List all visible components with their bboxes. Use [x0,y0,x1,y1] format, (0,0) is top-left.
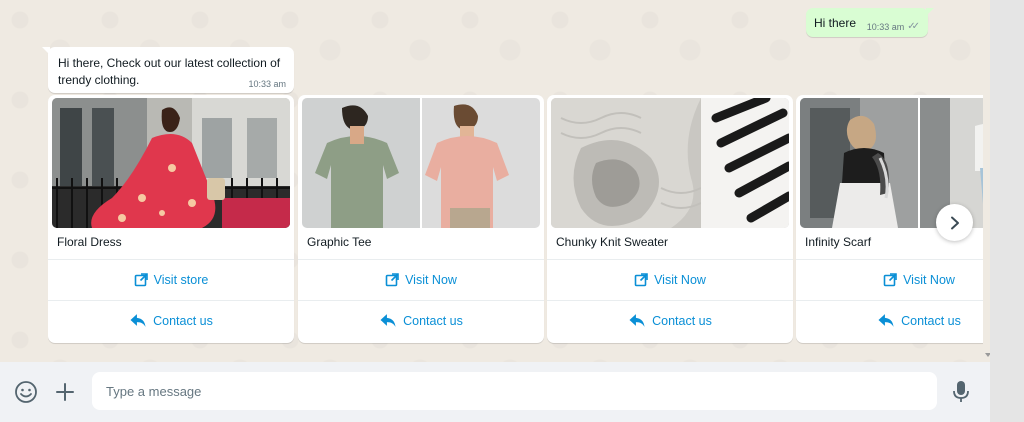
double-check-icon: ✓✓ [907,21,920,32]
outgoing-message-text: Hi there [814,16,857,30]
emoji-icon [15,381,37,403]
contact-us-button[interactable]: Contact us [48,300,294,340]
contact-us-label: Contact us [652,313,712,328]
carousel-next-button[interactable] [936,204,973,241]
product-title: Graphic Tee [307,235,372,249]
message-composer [0,362,990,422]
outgoing-message-meta: 10:33 am ✓✓ [867,21,920,32]
product-title: Chunky Knit Sweater [556,235,669,249]
visit-now-label: Visit Now [654,272,706,287]
contact-us-label: Contact us [403,313,463,328]
reply-icon [878,314,894,327]
plus-icon [56,383,74,401]
external-link-icon [385,272,399,286]
contact-us-button[interactable]: Contact us [796,300,983,340]
product-image-graphic-tee [302,98,540,228]
contact-us-button[interactable]: Contact us [298,300,544,340]
visit-now-label: Visit Now [903,272,955,287]
product-card-graphic-tee: Graphic Tee Visit Now Contact us [298,95,544,343]
product-image-chunky-knit-sweater [551,98,789,228]
visit-store-button[interactable]: Visit store [48,259,294,299]
reply-icon [130,314,146,327]
visit-now-label: Visit Now [405,272,457,287]
external-link-icon [883,272,897,286]
product-title: Infinity Scarf [805,235,872,249]
microphone-icon [953,381,969,402]
product-card-chunky-knit-sweater: Chunky Knit Sweater Visit Now Contact us [547,95,793,343]
contact-us-label: Contact us [901,313,961,328]
external-link-icon [634,272,648,286]
reply-icon [629,314,645,327]
outgoing-message[interactable]: Hi there 10:33 am ✓✓ [806,8,934,37]
visit-store-label: Visit store [153,272,209,287]
right-scrollbar-strip [990,0,1024,422]
visit-now-button[interactable]: Visit Now [298,259,544,299]
incoming-message[interactable]: Hi there, Check out our latest collectio… [42,47,294,93]
product-carousel: Floral Dress Visit store Contact us Grap… [48,95,983,345]
product-title: Floral Dress [57,235,122,249]
attach-button[interactable] [52,379,78,405]
voice-message-button[interactable] [948,379,974,405]
emoji-button[interactable] [13,379,39,405]
chevron-right-icon [950,216,959,229]
visit-now-button[interactable]: Visit Now [547,259,793,299]
product-card-floral-dress: Floral Dress Visit store Contact us [48,95,294,343]
reply-icon [380,314,396,327]
external-link-icon [134,272,148,286]
contact-us-label: Contact us [153,313,213,328]
incoming-message-time: 10:33 am [248,79,286,89]
outgoing-message-time: 10:33 am [866,21,905,32]
message-input[interactable] [92,372,937,410]
contact-us-button[interactable]: Contact us [547,300,793,340]
product-image-floral-dress [52,98,290,228]
visit-now-button[interactable]: Visit Now [796,259,983,299]
chat-area: Hi there 10:33 am ✓✓ Hi there, Check out… [0,0,990,362]
